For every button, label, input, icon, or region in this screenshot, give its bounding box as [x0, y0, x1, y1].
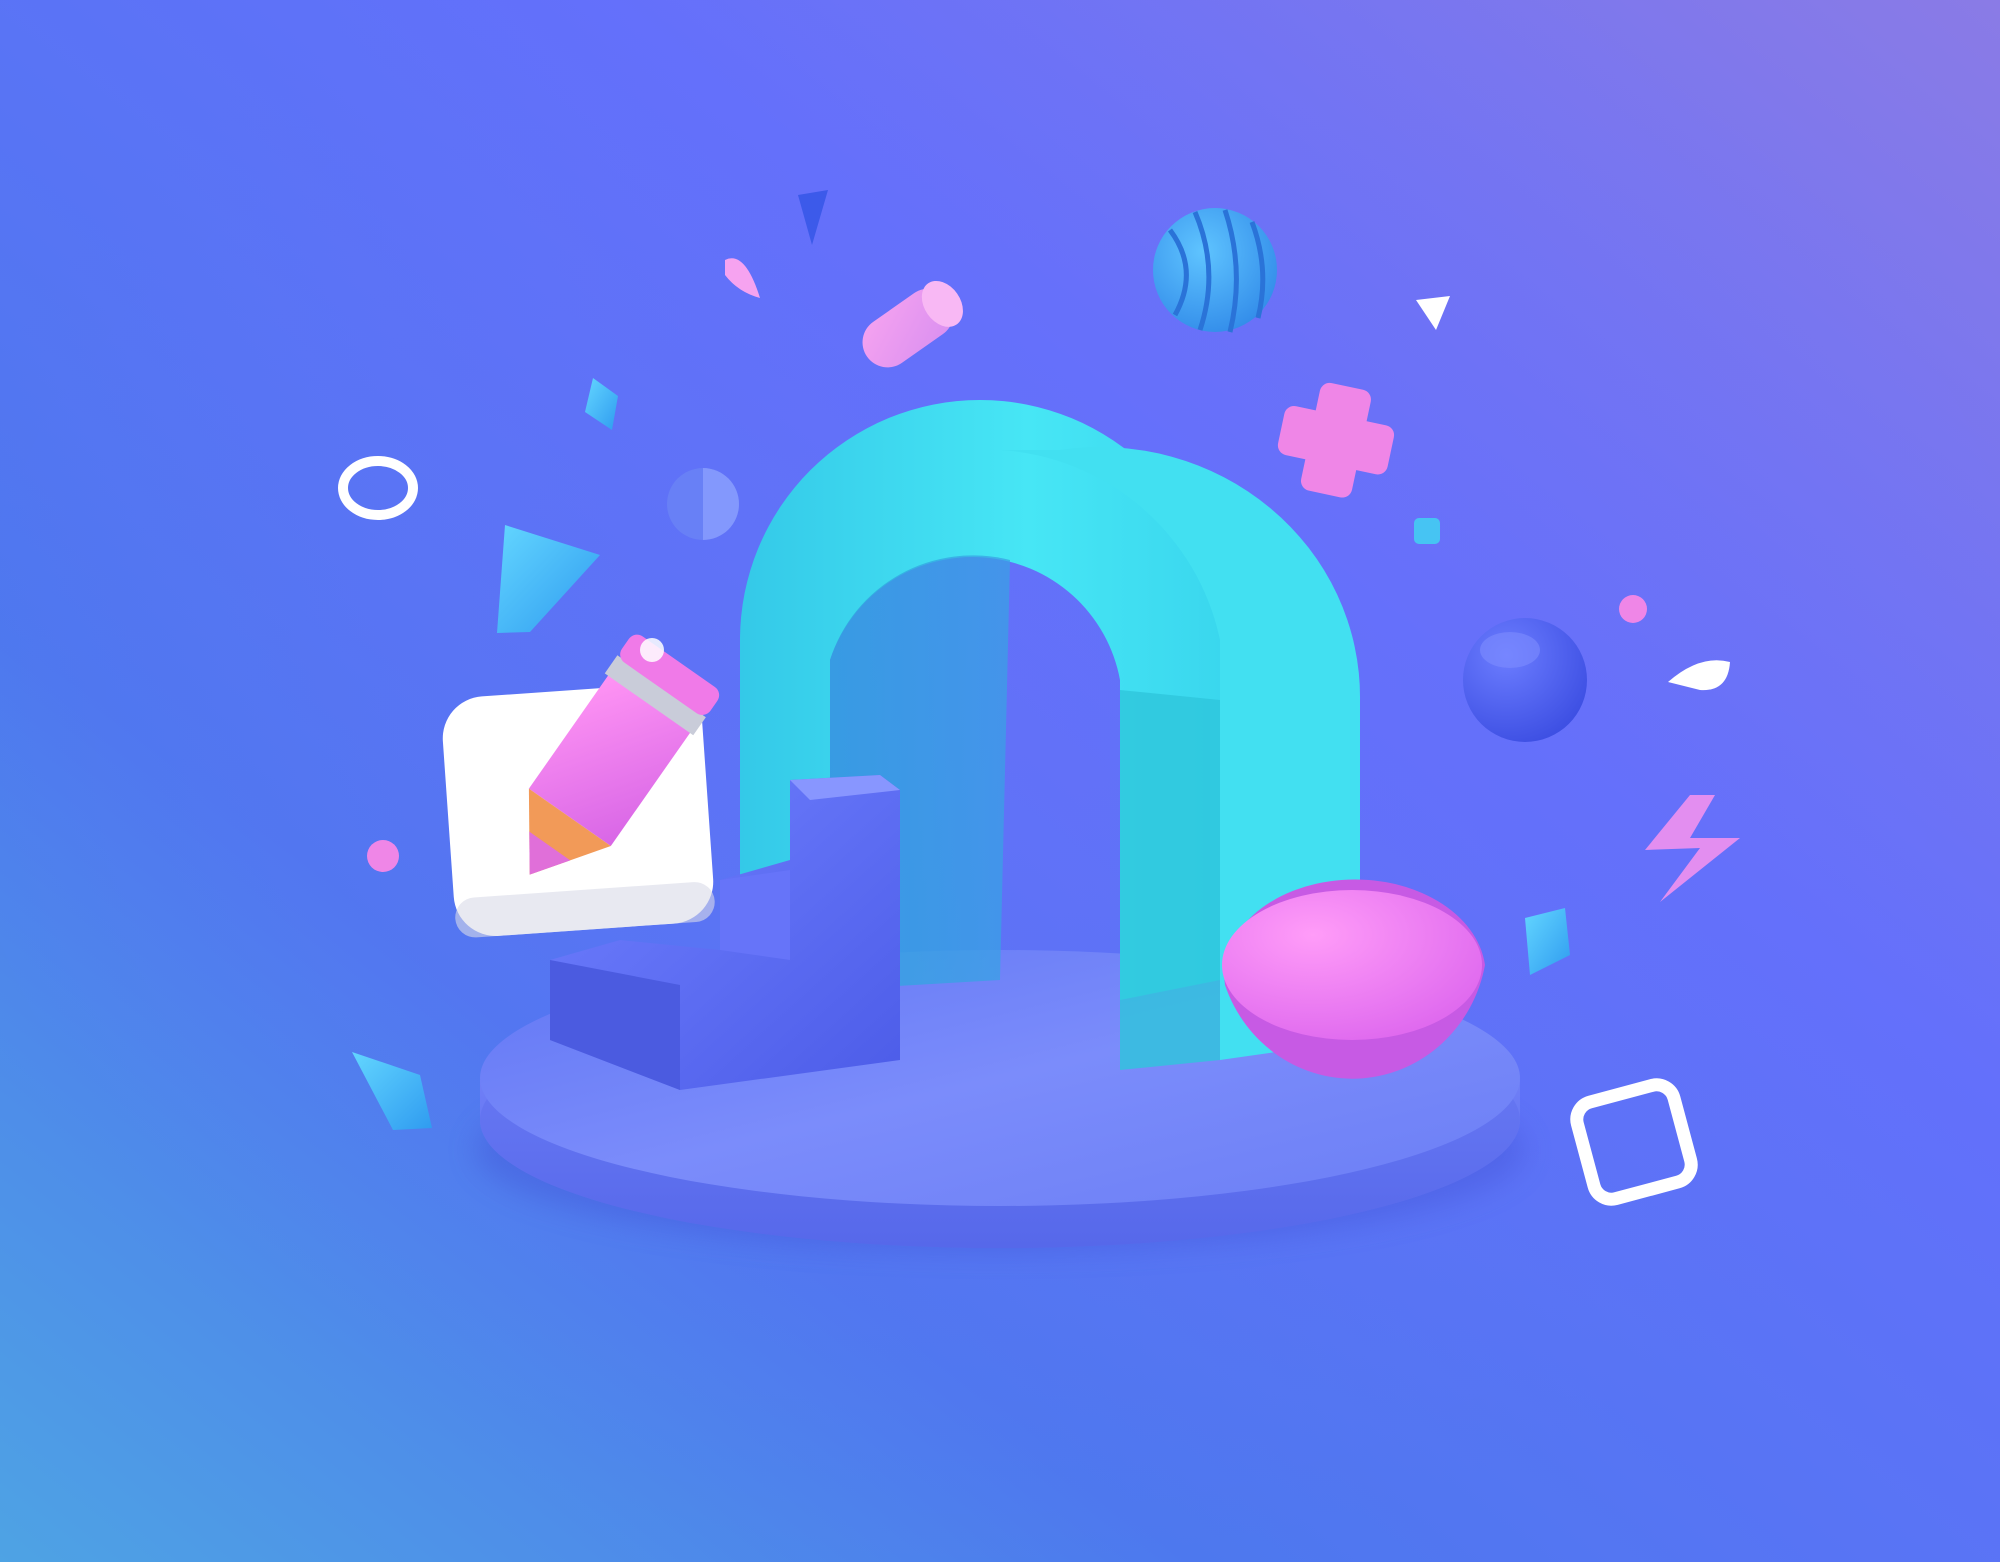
small-cube-shape — [1414, 518, 1440, 544]
small-pink-sphere — [1619, 595, 1647, 623]
blue-sphere-shape — [1463, 618, 1587, 742]
glass-sphere-shape — [667, 468, 739, 540]
illustration-svg — [0, 0, 2000, 1562]
ribbed-sphere-shape — [1153, 208, 1277, 333]
illustration-scene — [0, 0, 2000, 1562]
small-pink-sphere — [367, 840, 399, 872]
small-white-sphere — [640, 638, 664, 662]
